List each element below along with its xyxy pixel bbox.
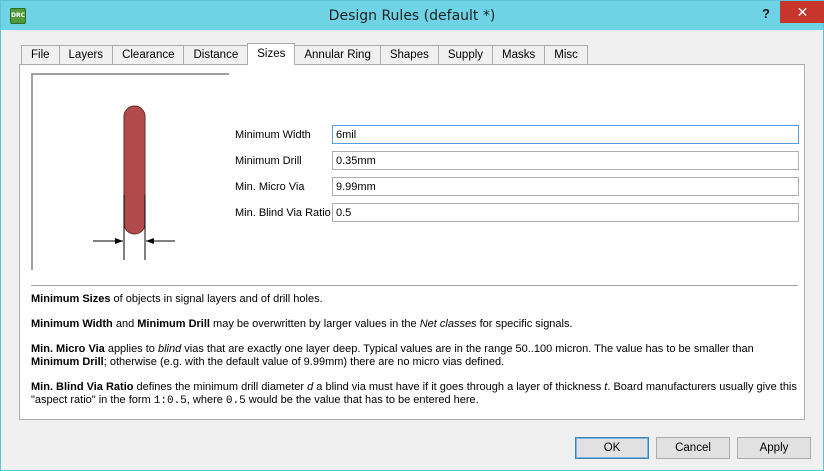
tab-sizes[interactable]: Sizes bbox=[247, 43, 296, 65]
sizes-illustration bbox=[31, 73, 229, 270]
title-bar[interactable]: DRC Design Rules (default *) ? ✕ bbox=[1, 1, 824, 30]
cancel-button[interactable]: Cancel bbox=[656, 437, 730, 459]
trace-shape bbox=[123, 105, 146, 235]
tab-annular-ring[interactable]: Annular Ring bbox=[294, 45, 381, 64]
tab-clearance[interactable]: Clearance bbox=[112, 45, 185, 64]
tab-supply[interactable]: Supply bbox=[437, 45, 494, 64]
separator bbox=[31, 285, 798, 286]
ok-button[interactable]: OK bbox=[575, 437, 649, 459]
min-width-input[interactable] bbox=[332, 125, 799, 144]
window-title: Design Rules (default *) bbox=[328, 8, 496, 24]
dialog-client: File Layers Clearance Distance Sizes Ann… bbox=[9, 30, 817, 464]
apply-button[interactable]: Apply bbox=[737, 437, 811, 459]
min-blind-via-ratio-input[interactable] bbox=[332, 203, 799, 222]
arrowhead-left bbox=[115, 238, 123, 244]
min-blind-via-ratio-label: Min. Blind Via Ratio bbox=[235, 207, 331, 219]
min-width-label: Minimum Width bbox=[235, 129, 311, 141]
help-paragraph-micro-via: Min. Micro Via applies to blind vias tha… bbox=[31, 343, 754, 368]
min-micro-via-input[interactable] bbox=[332, 177, 799, 196]
min-micro-via-label: Min. Micro Via bbox=[235, 181, 305, 193]
dialog-window: DRC Design Rules (default *) ? ✕ File La… bbox=[0, 0, 824, 471]
tab-misc[interactable]: Misc bbox=[544, 45, 588, 64]
sizes-panel: Minimum Width Minimum Drill Min. Micro V… bbox=[19, 64, 805, 420]
help-paragraph-blind-via-ratio: Min. Blind Via Ratio defines the minimum… bbox=[31, 381, 797, 407]
tab-shapes[interactable]: Shapes bbox=[379, 45, 439, 64]
min-drill-input[interactable] bbox=[332, 151, 799, 170]
close-button[interactable]: ✕ bbox=[780, 1, 824, 23]
min-drill-label: Minimum Drill bbox=[235, 155, 302, 167]
arrowhead-right bbox=[146, 238, 154, 244]
tab-masks[interactable]: Masks bbox=[492, 45, 546, 64]
help-paragraph-sizes: Minimum Sizes of objects in signal layer… bbox=[31, 293, 323, 305]
help-button[interactable]: ? bbox=[753, 3, 779, 25]
tab-layers[interactable]: Layers bbox=[58, 45, 114, 64]
tab-bar: File Layers Clearance Distance Sizes Ann… bbox=[21, 43, 588, 65]
help-paragraph-width-drill: Minimum Width and Minimum Drill may be o… bbox=[31, 318, 573, 330]
tab-file[interactable]: File bbox=[21, 45, 60, 64]
tab-distance[interactable]: Distance bbox=[183, 45, 249, 64]
